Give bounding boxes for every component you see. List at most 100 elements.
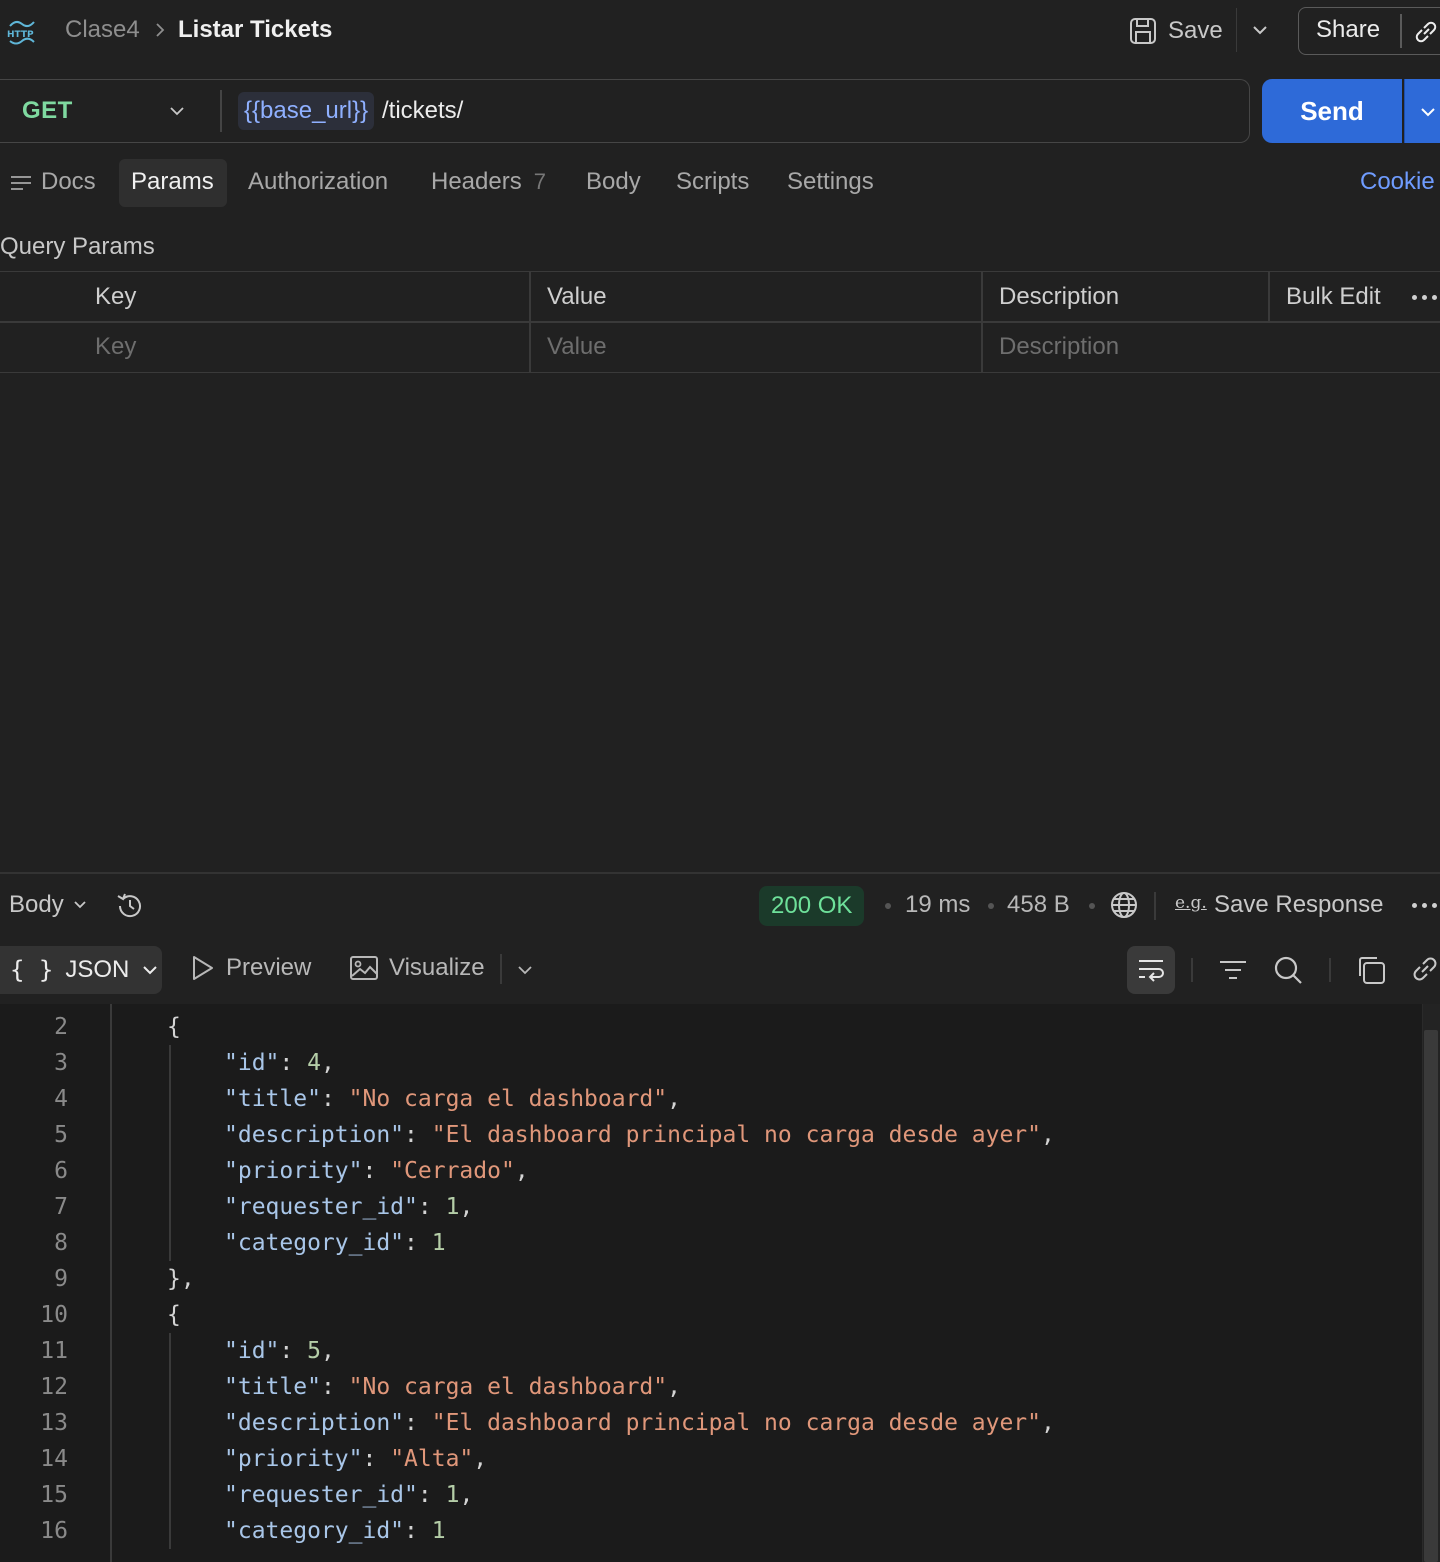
history-icon[interactable] (114, 890, 146, 922)
code-token: : (417, 1482, 446, 1508)
more-options-icon[interactable] (1412, 295, 1437, 300)
indent-guide (169, 1045, 171, 1081)
response-body-dropdown[interactable]: Body (9, 891, 88, 919)
param-value-input[interactable]: Value (547, 333, 607, 361)
cookies-link[interactable]: Cookie (1360, 168, 1435, 196)
code-token: "No carga el dashboard" (348, 1374, 668, 1400)
tab-headers[interactable]: Headers 7 (431, 168, 546, 196)
code-token: 1 (431, 1518, 446, 1544)
line-number: 6 (54, 1158, 68, 1184)
breadcrumb-parent[interactable]: Clase4 (65, 16, 140, 44)
indent-guide (169, 1441, 171, 1477)
chevron-down-icon (1421, 108, 1435, 117)
code-token: { (167, 1302, 181, 1328)
code-token: 4 (307, 1050, 321, 1076)
line-number: 2 (54, 1014, 68, 1040)
indent-guide (169, 1117, 171, 1153)
wrap-lines-icon (1139, 960, 1164, 982)
image-icon (350, 956, 378, 980)
tab-params[interactable]: Params (131, 168, 214, 196)
code-token: "description" (224, 1122, 405, 1148)
send-options-button[interactable] (1404, 79, 1440, 143)
example-icon[interactable]: e.g. (1175, 893, 1207, 913)
code-token: : (320, 1086, 349, 1112)
line-number: 7 (54, 1194, 68, 1220)
method-select[interactable]: GET (22, 97, 73, 125)
code-token: , (320, 1050, 335, 1076)
indent-guide (169, 1225, 171, 1261)
separator-dot (885, 903, 891, 909)
code-line: { (167, 1009, 181, 1045)
param-key-input[interactable]: Key (95, 333, 136, 361)
code-token: "requester_id" (224, 1482, 418, 1508)
response-time[interactable]: 19 ms (905, 891, 970, 919)
preview-label: Preview (226, 954, 312, 981)
tab-docs[interactable]: Docs (41, 168, 96, 196)
scrollbar-thumb[interactable] (1424, 1030, 1438, 1562)
code-token: : (417, 1194, 446, 1220)
divider (1154, 892, 1156, 920)
divider (1268, 272, 1270, 322)
search-icon[interactable] (1272, 954, 1304, 986)
tab-authorization[interactable]: Authorization (248, 168, 388, 196)
code-line: "id": 5, (224, 1333, 335, 1369)
visualize-chevron-down-icon[interactable] (516, 961, 534, 979)
code-token: "priority" (224, 1158, 363, 1184)
line-number: 12 (40, 1374, 68, 1400)
line-number: 5 (54, 1122, 68, 1148)
chevron-right-icon (152, 20, 168, 40)
indent-guide (169, 1369, 171, 1405)
send-button[interactable]: Send (1262, 79, 1402, 143)
code-token: , (459, 1482, 474, 1508)
code-token: , (320, 1338, 335, 1364)
code-token: "priority" (224, 1446, 363, 1472)
code-line: "title": "No carga el dashboard", (224, 1081, 681, 1117)
code-line: "requester_id": 1, (224, 1189, 473, 1225)
save-response-button[interactable]: Save Response (1214, 891, 1383, 919)
response-code-viewer[interactable] (0, 1004, 1422, 1562)
code-line: "description": "El dashboard principal n… (224, 1117, 1055, 1153)
line-number: 13 (40, 1410, 68, 1436)
code-token: , (1041, 1122, 1055, 1148)
url-input[interactable]: /tickets/ (382, 97, 463, 125)
code-line: "category_id": 1 (224, 1225, 446, 1261)
wrap-lines-button[interactable] (1127, 946, 1175, 994)
bulk-edit-button[interactable]: Bulk Edit (1286, 283, 1381, 311)
page-title[interactable]: Listar Tickets (178, 16, 332, 44)
chevron-down-icon[interactable] (168, 102, 186, 120)
code-token: "id" (224, 1338, 280, 1364)
tab-scripts[interactable]: Scripts (676, 168, 749, 196)
response-size[interactable]: 458 B (1007, 891, 1070, 919)
filter-icon[interactable] (1218, 956, 1248, 984)
line-number: 10 (40, 1302, 68, 1328)
save-label: Save (1168, 17, 1223, 44)
tab-settings[interactable]: Settings (787, 168, 874, 196)
code-token: "El dashboard principal no carga desde a… (431, 1410, 1041, 1436)
json-braces-icon: { } (10, 956, 54, 984)
code-token: "id" (224, 1050, 280, 1076)
format-json-dropdown[interactable]: { } JSON (0, 946, 162, 994)
status-badge: 200 OK (759, 886, 865, 926)
indent-guide (169, 1405, 171, 1441)
code-token: }, (167, 1266, 195, 1292)
link-icon[interactable] (1410, 954, 1440, 984)
column-header-description: Description (999, 283, 1120, 310)
share-label[interactable]: Share (1316, 16, 1380, 44)
globe-icon[interactable] (1109, 890, 1139, 920)
code-token: "category_id" (224, 1518, 405, 1544)
link-icon[interactable] (1412, 18, 1440, 46)
tab-body[interactable]: Body (586, 168, 641, 196)
visualize-button[interactable]: Visualize (349, 954, 485, 982)
code-token: : (362, 1446, 391, 1472)
headers-count-badge: 7 (533, 169, 546, 194)
url-variable[interactable]: {{base_url}} (238, 92, 375, 130)
save-options-chevron-down-icon[interactable] (1250, 20, 1270, 40)
code-token: : (404, 1230, 432, 1256)
save-button[interactable]: Save (1128, 12, 1223, 50)
code-token: "title" (224, 1374, 321, 1400)
copy-icon[interactable] (1355, 954, 1387, 986)
param-description-input[interactable]: Description (999, 333, 1119, 361)
more-options-icon[interactable] (1412, 903, 1437, 908)
preview-button[interactable]: Preview (190, 954, 311, 982)
url-bar (0, 79, 1250, 143)
